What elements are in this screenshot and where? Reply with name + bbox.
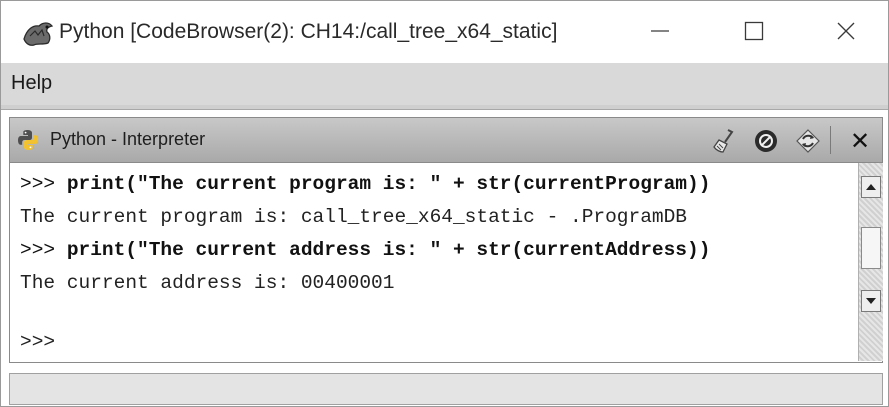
console-line: >>> print("The current program is: " + s… bbox=[20, 173, 710, 195]
clear-broom-icon[interactable] bbox=[710, 127, 738, 155]
scroll-down-button[interactable] bbox=[861, 290, 881, 312]
status-bar bbox=[9, 373, 883, 405]
console-line: The current program is: call_tree_x64_st… bbox=[20, 206, 688, 228]
close-icon bbox=[835, 20, 857, 47]
menu-item-help[interactable]: Help bbox=[11, 72, 52, 95]
panel-title: Python - Interpreter bbox=[50, 129, 206, 149]
python-icon bbox=[16, 128, 40, 152]
console-prompt: >>> bbox=[20, 173, 67, 195]
scroll-thumb[interactable] bbox=[861, 227, 881, 269]
menu-divider bbox=[1, 105, 888, 110]
reset-icon[interactable] bbox=[794, 127, 822, 155]
close-window-button[interactable] bbox=[823, 13, 869, 53]
console-output[interactable]: >>> print("The current program is: " + s… bbox=[10, 163, 856, 361]
maximize-icon bbox=[743, 20, 765, 47]
console-input-prompt[interactable]: >>> bbox=[20, 331, 55, 353]
console-prompt: >>> bbox=[20, 239, 67, 261]
console-line: >>> print("The current address is: " + s… bbox=[20, 239, 710, 261]
maximize-button[interactable] bbox=[731, 13, 777, 53]
vertical-scrollbar[interactable] bbox=[858, 163, 883, 361]
python-window: Python [CodeBrowser(2): CH14:/call_tree_… bbox=[0, 0, 889, 407]
window-title: Python [CodeBrowser(2): CH14:/call_tree_… bbox=[59, 20, 558, 43]
dragon-icon bbox=[21, 19, 55, 47]
python-interpreter-panel: Python - Interpreter ✕ >>> print("The cu… bbox=[9, 117, 883, 363]
stop-icon[interactable] bbox=[752, 127, 780, 155]
minimize-icon bbox=[649, 20, 671, 47]
menu-bar: Help bbox=[1, 63, 888, 107]
scroll-up-button[interactable] bbox=[861, 176, 881, 198]
title-bar[interactable]: Python [CodeBrowser(2): CH14:/call_tree_… bbox=[1, 1, 888, 63]
arrow-up-icon bbox=[866, 184, 876, 190]
console-command: print("The current program is: " + str(c… bbox=[66, 173, 711, 195]
console-line: The current address is: 00400001 bbox=[20, 272, 395, 294]
close-icon[interactable]: ✕ bbox=[846, 127, 874, 155]
console-command: print("The current address is: " + str(c… bbox=[66, 239, 711, 261]
panel-header: Python - Interpreter ✕ bbox=[10, 118, 882, 163]
minimize-button[interactable] bbox=[637, 13, 683, 53]
arrow-down-icon bbox=[866, 298, 876, 304]
header-separator bbox=[830, 126, 831, 154]
